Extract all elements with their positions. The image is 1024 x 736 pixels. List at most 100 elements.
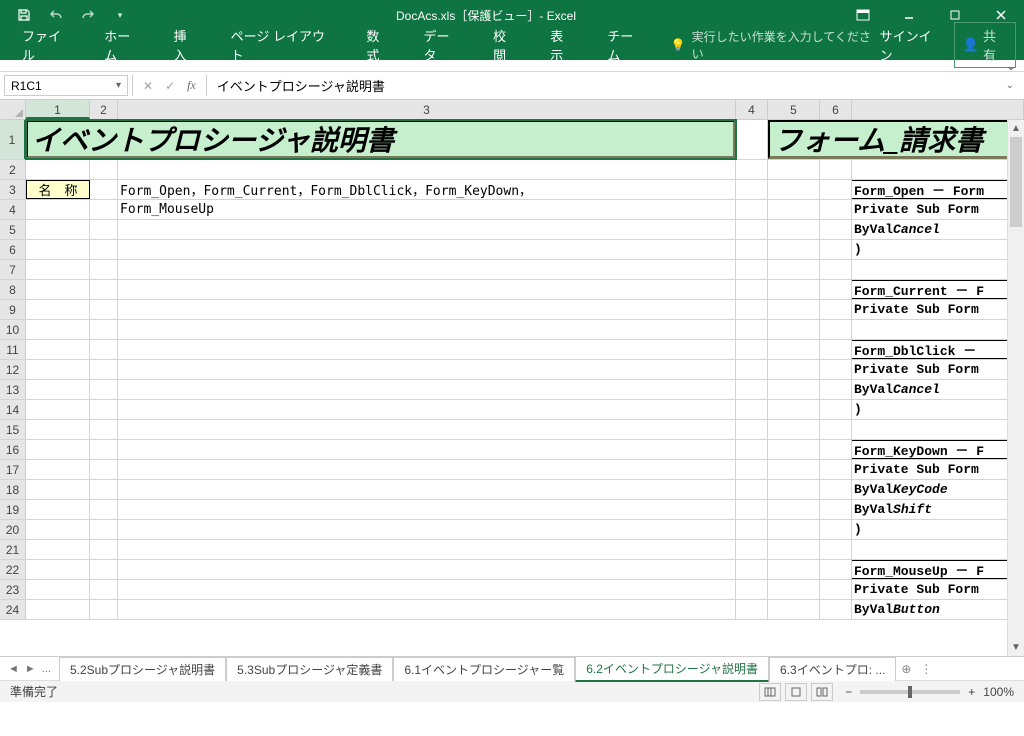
cell[interactable] bbox=[26, 380, 90, 399]
cell[interactable] bbox=[736, 400, 768, 419]
row-header[interactable]: 24 bbox=[0, 600, 26, 619]
row-header[interactable]: 4 bbox=[0, 200, 26, 219]
cell[interactable] bbox=[90, 400, 118, 419]
cell[interactable] bbox=[768, 260, 820, 279]
scroll-down-icon[interactable]: ▼ bbox=[1008, 639, 1024, 656]
cell[interactable] bbox=[768, 160, 820, 179]
cell[interactable] bbox=[118, 460, 736, 479]
cell[interactable] bbox=[26, 160, 90, 179]
cell[interactable] bbox=[26, 220, 90, 239]
sheet-tab[interactable]: 6.3イベントプロ: ... bbox=[769, 657, 896, 681]
cell[interactable] bbox=[736, 520, 768, 539]
tab-pagelayout[interactable]: ページ レイアウト bbox=[217, 20, 349, 70]
tab-home[interactable]: ホーム bbox=[90, 20, 155, 70]
formula-expand-icon[interactable]: ⌄ bbox=[996, 80, 1024, 91]
row-header[interactable]: 22 bbox=[0, 560, 26, 579]
cell[interactable] bbox=[118, 420, 736, 439]
cell[interactable] bbox=[768, 340, 820, 359]
cell[interactable] bbox=[118, 400, 736, 419]
cell[interactable] bbox=[118, 480, 736, 499]
cell[interactable] bbox=[26, 460, 90, 479]
cell[interactable] bbox=[820, 260, 852, 279]
cell[interactable] bbox=[768, 500, 820, 519]
cell[interactable] bbox=[768, 200, 820, 219]
cell[interactable] bbox=[852, 160, 1024, 179]
sheet-tab[interactable]: 6.1イベントプロシージャー覧 bbox=[393, 657, 575, 681]
cell[interactable] bbox=[820, 400, 852, 419]
cell[interactable]: Private Sub Form bbox=[852, 580, 1024, 599]
cell[interactable] bbox=[820, 360, 852, 379]
cell[interactable] bbox=[90, 380, 118, 399]
cell[interactable] bbox=[118, 260, 736, 279]
cell[interactable]: Form_Current － F bbox=[852, 280, 1024, 299]
cell[interactable] bbox=[768, 240, 820, 259]
cell[interactable] bbox=[90, 300, 118, 319]
cell[interactable] bbox=[768, 420, 820, 439]
cell[interactable]: ) bbox=[852, 240, 1024, 259]
cell[interactable] bbox=[26, 400, 90, 419]
zoom-slider[interactable] bbox=[860, 690, 960, 694]
cell[interactable] bbox=[820, 540, 852, 559]
cell[interactable] bbox=[820, 500, 852, 519]
tab-formulas[interactable]: 数式 bbox=[352, 20, 405, 70]
cell[interactable] bbox=[736, 200, 768, 219]
cell[interactable] bbox=[736, 440, 768, 459]
cell[interactable] bbox=[820, 320, 852, 339]
tab-view[interactable]: 表示 bbox=[536, 20, 589, 70]
cell[interactable] bbox=[26, 240, 90, 259]
cell[interactable] bbox=[90, 460, 118, 479]
cell[interactable] bbox=[736, 480, 768, 499]
cell[interactable] bbox=[26, 560, 90, 579]
cell[interactable] bbox=[820, 520, 852, 539]
cell[interactable] bbox=[26, 600, 90, 619]
row-header[interactable]: 15 bbox=[0, 420, 26, 439]
select-all-button[interactable] bbox=[0, 100, 26, 119]
column-header[interactable]: 6 bbox=[820, 100, 852, 119]
cell[interactable] bbox=[736, 340, 768, 359]
cell[interactable] bbox=[768, 440, 820, 459]
cell[interactable]: Form_MouseUp － F bbox=[852, 560, 1024, 579]
row-header[interactable]: 6 bbox=[0, 240, 26, 259]
cell[interactable] bbox=[90, 440, 118, 459]
cell[interactable] bbox=[118, 600, 736, 619]
formula-input[interactable]: イベントプロシージャ説明書 bbox=[207, 75, 996, 96]
row-header[interactable]: 1 bbox=[0, 120, 26, 159]
cell[interactable] bbox=[820, 580, 852, 599]
cell[interactable] bbox=[736, 420, 768, 439]
cell[interactable] bbox=[26, 300, 90, 319]
cell[interactable] bbox=[736, 280, 768, 299]
row-header[interactable]: 23 bbox=[0, 580, 26, 599]
cell[interactable] bbox=[768, 220, 820, 239]
cell[interactable] bbox=[90, 200, 118, 219]
cell[interactable]: Form_MouseUp bbox=[118, 200, 736, 219]
cell[interactable] bbox=[736, 160, 768, 179]
cell[interactable] bbox=[820, 600, 852, 619]
cell[interactable] bbox=[768, 280, 820, 299]
cell[interactable] bbox=[768, 180, 820, 199]
cell[interactable] bbox=[118, 220, 736, 239]
tab-team[interactable]: チーム bbox=[593, 20, 658, 70]
row-header[interactable]: 12 bbox=[0, 360, 26, 379]
cell[interactable] bbox=[820, 380, 852, 399]
cell[interactable] bbox=[26, 260, 90, 279]
cell[interactable] bbox=[820, 200, 852, 219]
cell[interactable] bbox=[26, 440, 90, 459]
cell[interactable] bbox=[90, 480, 118, 499]
cell[interactable] bbox=[90, 360, 118, 379]
cell[interactable]: ByVal Cancel bbox=[852, 380, 1024, 399]
cell[interactable]: ) bbox=[852, 520, 1024, 539]
scroll-up-icon[interactable]: ▲ bbox=[1008, 120, 1024, 137]
cell[interactable] bbox=[90, 580, 118, 599]
sheet-tab[interactable]: 5.2Subプロシージャ説明書 bbox=[59, 657, 226, 681]
cell[interactable] bbox=[768, 460, 820, 479]
column-header[interactable]: 1 bbox=[26, 100, 90, 119]
column-header[interactable]: 2 bbox=[90, 100, 118, 119]
cell[interactable] bbox=[118, 560, 736, 579]
cell[interactable] bbox=[90, 260, 118, 279]
cell[interactable] bbox=[118, 360, 736, 379]
cell[interactable] bbox=[768, 380, 820, 399]
cell[interactable] bbox=[90, 160, 118, 179]
cell[interactable] bbox=[820, 460, 852, 479]
row-header[interactable]: 17 bbox=[0, 460, 26, 479]
cell[interactable] bbox=[820, 240, 852, 259]
